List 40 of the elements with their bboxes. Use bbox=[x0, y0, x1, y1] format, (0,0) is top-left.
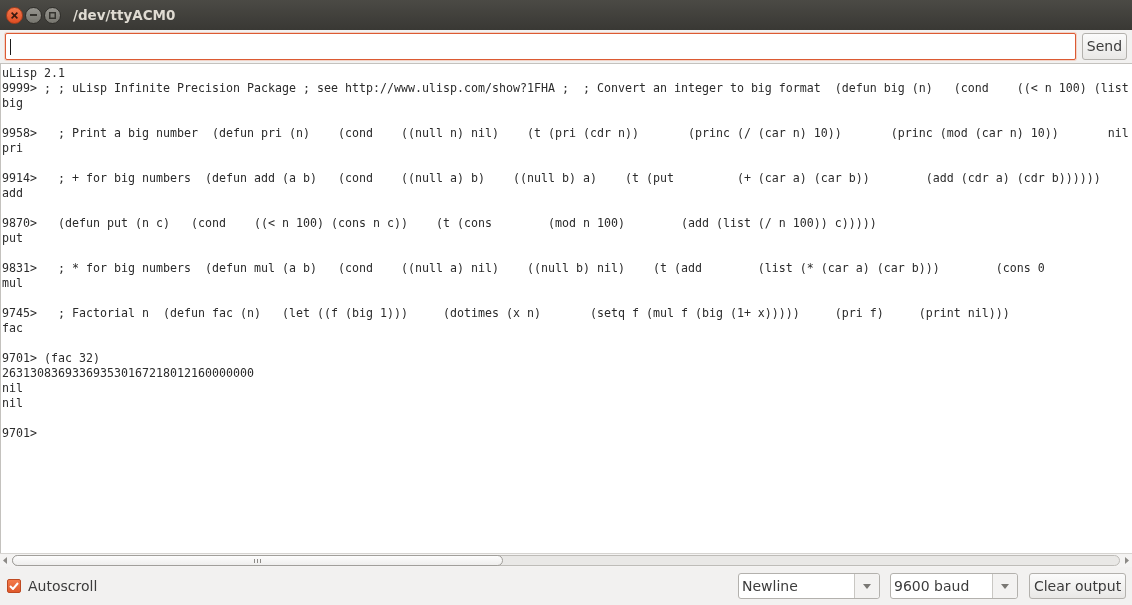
console-result: 263130836933693530167218012160000000 bbox=[2, 366, 254, 381]
maximize-button[interactable] bbox=[44, 6, 61, 24]
console-result: add bbox=[2, 186, 23, 201]
grip-icon bbox=[254, 558, 261, 563]
minimize-icon bbox=[30, 14, 37, 16]
caret-down-icon bbox=[1001, 583, 1009, 589]
command-input-field[interactable] bbox=[5, 33, 1076, 60]
maximize-icon bbox=[49, 11, 56, 19]
send-button[interactable]: Send bbox=[1082, 33, 1127, 60]
version-text: uLisp 2.1 bbox=[2, 66, 65, 81]
console-command: 9701> (fac 32) bbox=[2, 351, 100, 366]
console-result: nil bbox=[2, 396, 23, 411]
close-icon bbox=[11, 11, 18, 19]
console-command: 9958> ; Print a big number (defun pri (n) (cond ((null n) nil) (t (pri (cdr n)) (princ (/ (car n) 10)) (princ (mod (car n) 10)) nil bbox=[2, 126, 1129, 141]
console-command: 9870> (defun put (n c) (cond ((< n 100) (cons n c)) (t (cons (mod n 100) (add (list (/ n 100)) c))))) bbox=[2, 216, 877, 231]
baud-rate-dropdown[interactable]: 9600 baud bbox=[890, 573, 1018, 599]
autoscroll-checkbox[interactable]: Autoscroll bbox=[7, 575, 98, 597]
newline-dropdown[interactable]: Newline bbox=[738, 573, 880, 599]
console-result: nil bbox=[2, 381, 23, 396]
right-arrow-icon[interactable] bbox=[1125, 557, 1129, 564]
console-result: pri bbox=[2, 141, 23, 156]
close-button[interactable] bbox=[6, 6, 23, 24]
console-command: 9999> ; ; uLisp Infinite Precision Package ; see http://www.ulisp.com/show?1FHA ; ; Convert an integer to big format (defun big (n) (cond ((< n 100) (list bbox=[2, 81, 1129, 96]
checkbox-icon[interactable] bbox=[7, 579, 21, 593]
console-command: 9745> ; Factorial n (defun fac (n) (let ((f (big 1))) (dotimes (x n) (setq f (mul f (big (1+ x))))) (pri f) (print nil))) bbox=[2, 306, 1010, 321]
console-result: fac bbox=[2, 321, 23, 336]
console-result: big bbox=[2, 96, 23, 111]
horizontal-scrollbar[interactable] bbox=[0, 553, 1132, 567]
scrollbar-thumb[interactable] bbox=[12, 555, 503, 566]
console-command: 9914> ; + for big numbers (defun add (a b) (cond ((null a) b) ((null b) a) (t (put (+ (car a) (car b)) (add (cdr a) (cdr b)))))) bbox=[2, 171, 1101, 186]
clear-output-button[interactable]: Clear output bbox=[1029, 573, 1126, 599]
console-result: put bbox=[2, 231, 23, 246]
console-result: mul bbox=[2, 276, 23, 291]
left-arrow-icon[interactable] bbox=[3, 557, 7, 564]
text-cursor-icon bbox=[10, 38, 11, 55]
console-command: 9831> ; * for big numbers (defun mul (a b) (cond ((null a) nil) ((null b) nil) (t (add (list (* (car a) (car b))) (cons 0 bbox=[2, 261, 1045, 276]
caret-down-icon bbox=[863, 583, 871, 589]
window-title: /dev/ttyACM0 bbox=[73, 5, 176, 25]
console-prompt: 9701> bbox=[2, 426, 37, 441]
minimize-button[interactable] bbox=[25, 6, 42, 24]
